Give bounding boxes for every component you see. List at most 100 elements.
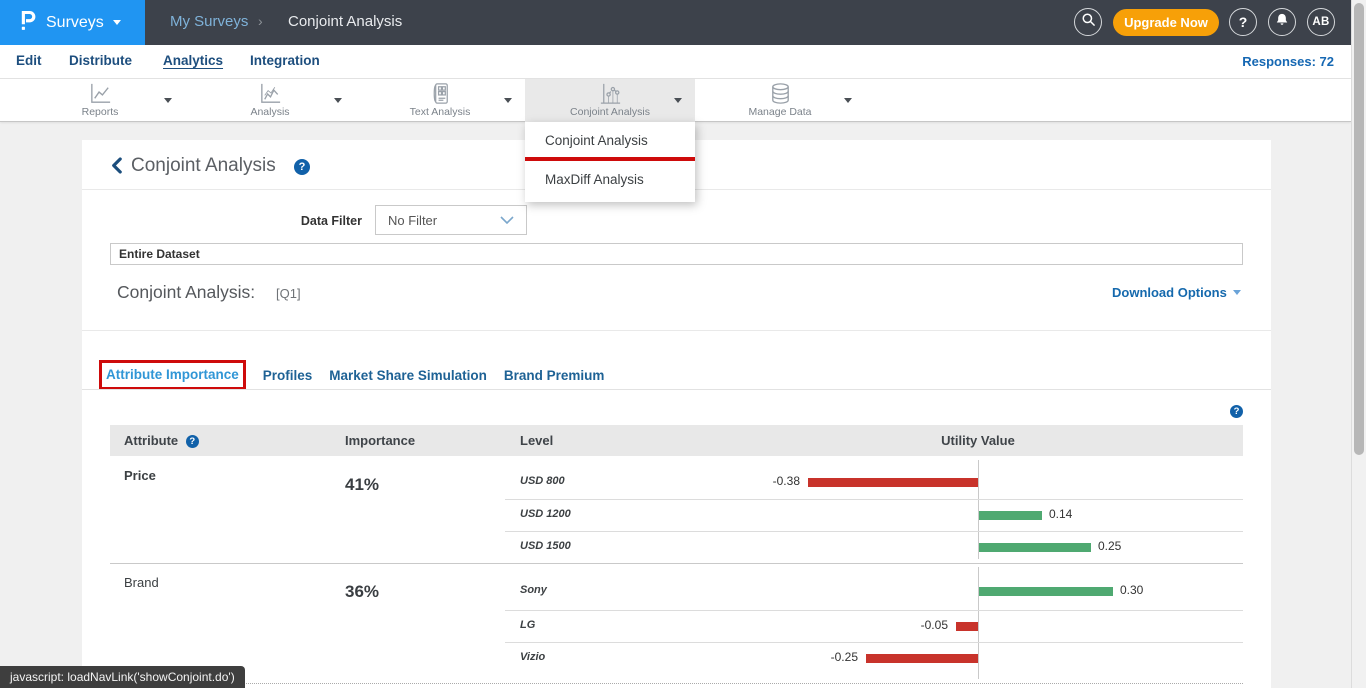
level-row-separator <box>505 499 1243 500</box>
product-switcher[interactable]: Surveys <box>0 0 145 45</box>
responses-count[interactable]: Responses: 72 <box>1242 54 1334 69</box>
scrollbar-thumb[interactable] <box>1354 3 1364 455</box>
breadcrumb-current: Conjoint Analysis <box>288 13 402 30</box>
utility-bar-positive <box>979 543 1091 552</box>
level-label: Vizio <box>520 651 545 663</box>
tab-profiles[interactable]: Profiles <box>263 368 313 383</box>
tab-market-share-simulation[interactable]: Market Share Simulation <box>329 368 487 383</box>
question-reference: [Q1] <box>276 286 301 301</box>
menu-item-conjoint-analysis[interactable]: Conjoint Analysis <box>525 122 695 159</box>
questionpro-logo-icon <box>18 9 37 37</box>
level-row-separator <box>505 531 1243 532</box>
status-bar-link-preview: javascript: loadNavLink('showConjoint.do… <box>0 666 245 688</box>
notifications-button[interactable] <box>1268 8 1296 36</box>
divider <box>82 330 1271 331</box>
toolbar-text-analysis[interactable]: Text Analysis <box>355 79 525 122</box>
level-label: Sony <box>520 584 547 596</box>
table-help-icon[interactable]: ? <box>1230 405 1243 418</box>
data-filter-value: No Filter <box>388 213 437 228</box>
search-button[interactable] <box>1074 8 1102 36</box>
chevron-down-icon[interactable] <box>334 98 342 103</box>
attribute-group-separator <box>110 563 1243 564</box>
level-label: USD 1200 <box>520 508 571 520</box>
utility-value: -0.38 <box>773 474 800 488</box>
divider <box>82 389 1271 390</box>
toolbar-reports-label: Reports <box>15 106 185 118</box>
data-filter-select[interactable]: No Filter <box>375 205 527 235</box>
utility-bar-negative <box>808 478 978 487</box>
toolbar-manage-data[interactable]: Manage Data <box>695 79 865 122</box>
page-title: Conjoint Analysis <box>131 155 276 177</box>
user-avatar[interactable]: AB <box>1307 8 1335 36</box>
utility-bar-positive <box>979 511 1042 520</box>
help-button[interactable]: ? <box>1229 8 1257 36</box>
utility-value: -0.05 <box>921 618 948 632</box>
brand-label: Surveys <box>46 14 104 32</box>
question-mark-icon: ? <box>1239 14 1248 30</box>
search-icon <box>1081 12 1096 32</box>
chevron-down-icon <box>1233 290 1241 295</box>
upgrade-now-button[interactable]: Upgrade Now <box>1113 9 1219 36</box>
bell-icon <box>1275 12 1289 32</box>
toolbar-manage-data-label: Manage Data <box>695 106 865 118</box>
line-chart-icon <box>15 81 185 106</box>
breadcrumb-my-surveys[interactable]: My Surveys <box>170 13 248 30</box>
toolbar-analysis-label: Analysis <box>185 106 355 118</box>
table-body: Price41%USD 800-0.38USD 12000.14USD 1500… <box>110 425 1243 688</box>
nav-analytics[interactable]: Analytics <box>163 53 223 68</box>
tab-brand-premium[interactable]: Brand Premium <box>504 368 605 383</box>
data-filter-label: Data Filter <box>282 214 362 228</box>
menu-item-maxdiff-analysis[interactable]: MaxDiff Analysis <box>525 161 695 198</box>
utility-value: -0.25 <box>831 650 858 664</box>
nav-distribute[interactable]: Distribute <box>69 53 132 68</box>
nav-edit[interactable]: Edit <box>16 53 42 68</box>
utility-bar-positive <box>979 587 1113 596</box>
toolbar-text-analysis-label: Text Analysis <box>355 106 525 118</box>
scatter-chart-icon <box>525 81 695 106</box>
chevron-down-icon <box>500 211 514 229</box>
chevron-down-icon[interactable] <box>844 98 852 103</box>
attribute-name: Brand <box>124 575 159 590</box>
analysis-chart-icon <box>185 81 355 106</box>
zero-axis <box>978 567 979 679</box>
importance-value: 36% <box>345 582 379 602</box>
tab-attribute-importance[interactable]: Attribute Importance <box>106 367 239 382</box>
analytics-toolbar: Reports Analysis Text An <box>0 79 1351 122</box>
toolbar-conjoint-label: Conjoint Analysis <box>525 106 695 118</box>
text-book-icon <box>355 81 525 106</box>
avatar-initials: AB <box>1312 16 1329 28</box>
utility-bar-negative <box>956 622 978 631</box>
dataset-field[interactable]: Entire Dataset <box>110 243 1243 265</box>
chevron-down-icon[interactable] <box>164 98 172 103</box>
download-options-label: Download Options <box>1112 285 1227 300</box>
conjoint-dropdown-menu: Conjoint Analysis MaxDiff Analysis <box>525 122 695 202</box>
database-icon <box>695 81 865 106</box>
utility-value: 0.25 <box>1098 539 1121 553</box>
title-help-icon[interactable]: ? <box>294 159 310 175</box>
utility-value: 0.14 <box>1049 507 1072 521</box>
nav-integration[interactable]: Integration <box>250 53 320 68</box>
importance-value: 41% <box>345 475 379 495</box>
toolbar-reports[interactable]: Reports <box>15 79 185 122</box>
breadcrumb-separator: › <box>258 13 263 29</box>
app-window: Surveys My Surveys › Conjoint Analysis U… <box>0 0 1366 688</box>
back-chevron-icon[interactable] <box>110 157 123 179</box>
annotation-red-box: Attribute Importance <box>99 360 246 390</box>
level-row-separator <box>505 610 1243 611</box>
level-label: LG <box>520 619 535 631</box>
attribute-importance-table: Attribute ? Importance Level Utility Val… <box>110 425 1243 688</box>
section-heading: Conjoint Analysis: [Q1] <box>117 282 301 303</box>
survey-nav: Edit Distribute Analytics Integration Re… <box>0 45 1366 79</box>
chevron-down-icon[interactable] <box>504 98 512 103</box>
tab-bar: Attribute Importance Profiles Market Sha… <box>99 360 604 390</box>
chevron-down-icon[interactable] <box>674 98 682 103</box>
top-bar: Surveys My Surveys › Conjoint Analysis U… <box>0 0 1366 45</box>
download-options-button[interactable]: Download Options <box>1112 285 1241 300</box>
scrollbar-track[interactable] <box>1351 0 1366 688</box>
level-row-separator <box>505 642 1243 643</box>
section-heading-text: Conjoint Analysis: <box>117 282 255 302</box>
toolbar-conjoint-analysis[interactable]: Conjoint Analysis <box>525 79 695 122</box>
chevron-down-icon <box>113 20 121 25</box>
toolbar-analysis[interactable]: Analysis <box>185 79 355 122</box>
utility-bar-negative <box>866 654 978 663</box>
